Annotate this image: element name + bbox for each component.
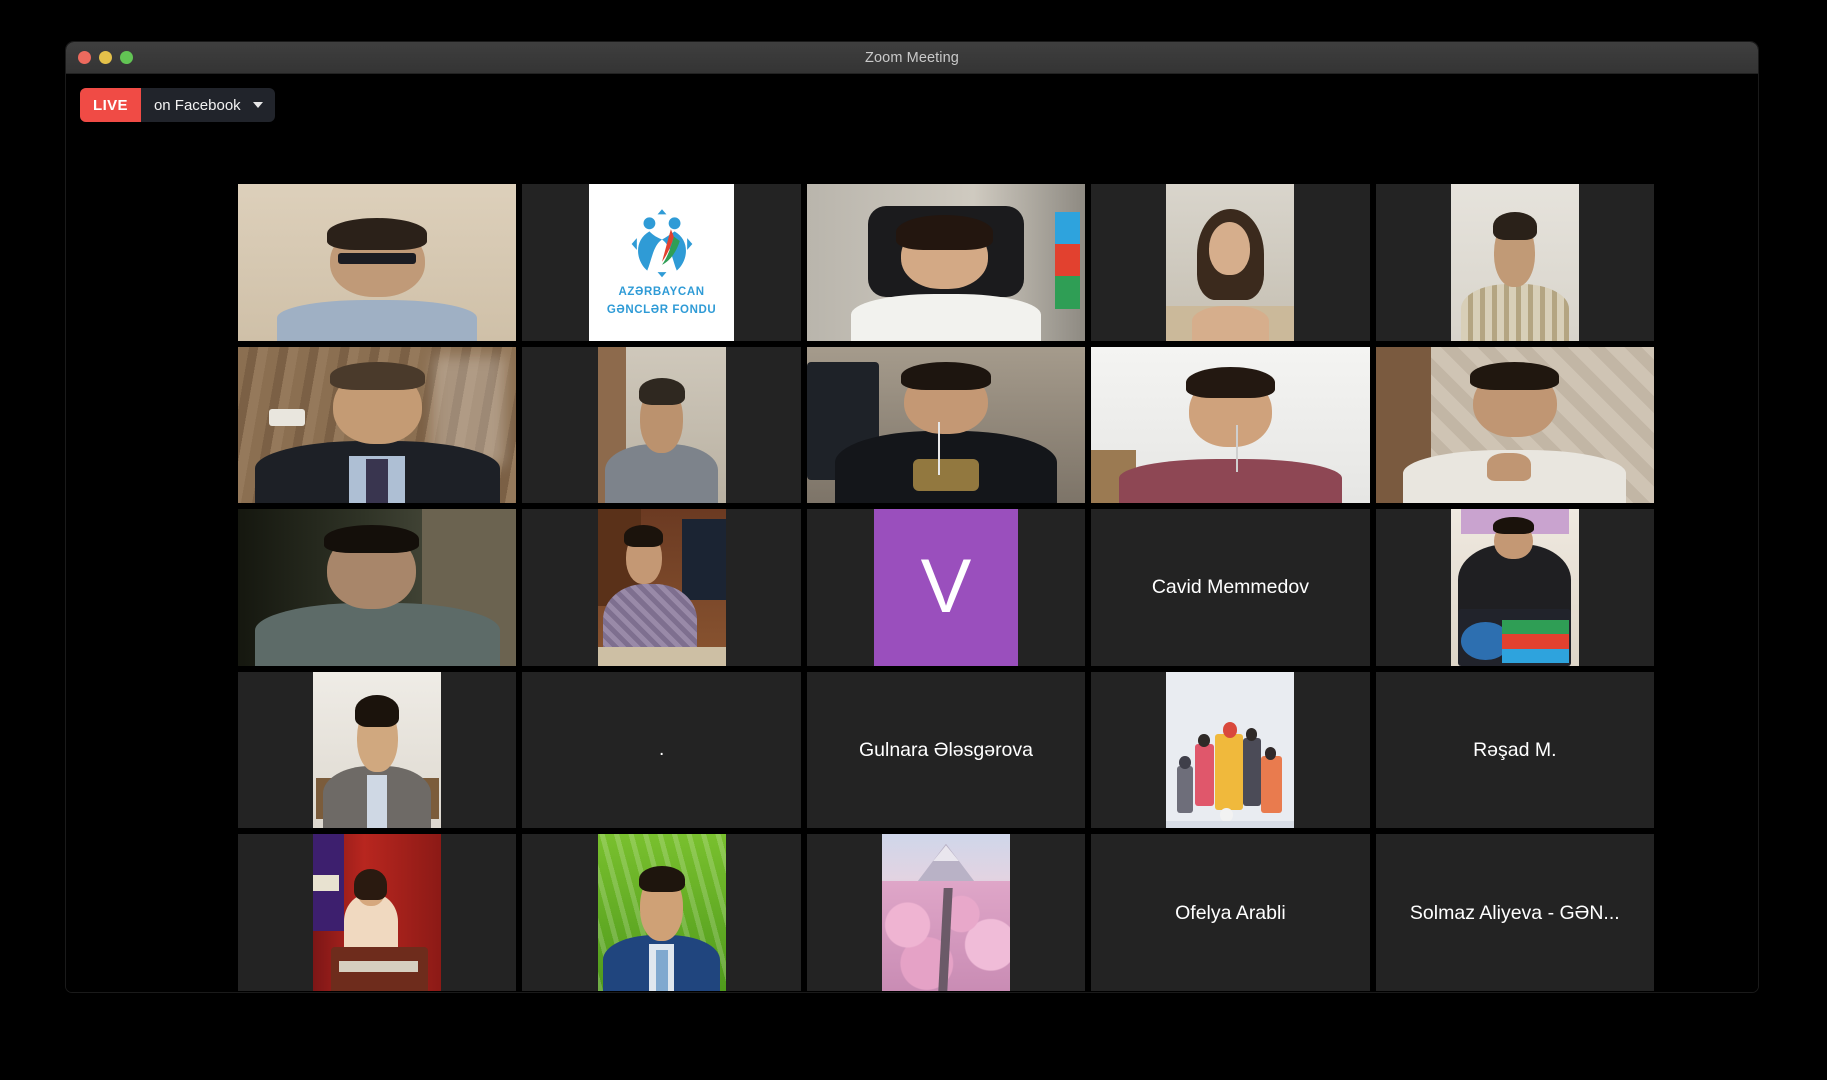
video-feed (1091, 346, 1370, 504)
chevron-down-icon (252, 102, 263, 108)
video-feed (1450, 184, 1579, 341)
participant-name: Solmaz Aliyeva - GƏN... (1409, 901, 1620, 924)
participant-tile[interactable] (238, 346, 517, 504)
avatar: V (873, 509, 1019, 666)
live-destination-dropdown[interactable]: on Facebook (141, 88, 275, 122)
participant-tile[interactable] (806, 834, 1086, 991)
participant-tile[interactable] (1091, 671, 1370, 829)
video-feed (238, 346, 517, 504)
zoom-meeting-window: Zoom Meeting LIVE on Facebook AZƏRBAYCAN… (66, 42, 1758, 992)
window-titlebar: Zoom Meeting (66, 42, 1758, 74)
participant-tile[interactable] (1091, 184, 1370, 341)
logo-line-1: AZƏRBAYCAN (618, 285, 705, 298)
participant-name: Ofelya Arabli (1175, 901, 1286, 924)
participant-tile[interactable] (1091, 346, 1370, 504)
profile-photo (1450, 509, 1579, 666)
participant-tile[interactable] (806, 346, 1086, 504)
participant-tile[interactable]: Gulnara Ələsgərova (806, 671, 1086, 829)
participant-tile[interactable] (1375, 346, 1654, 504)
participant-tile[interactable]: AZƏRBAYCAN GƏNCLƏR FONDU (522, 184, 801, 341)
participant-name: Gulnara Ələsgərova (858, 738, 1033, 761)
profile-photo (881, 834, 1011, 991)
participant-tile[interactable] (238, 671, 517, 829)
participant-tile[interactable]: Cavid Memmedov (1091, 509, 1370, 666)
live-destination-label: on Facebook (153, 96, 241, 114)
participant-tile[interactable]: Solmaz Aliyeva - GƏN... (1375, 834, 1654, 991)
close-button[interactable] (78, 51, 91, 64)
participant-tile[interactable] (522, 834, 801, 991)
participant-tile[interactable]: Rəşad M. (1375, 671, 1654, 829)
video-feed (806, 184, 1086, 341)
participant-tile[interactable] (238, 834, 517, 991)
window-title: Zoom Meeting (865, 49, 959, 66)
participant-tile[interactable] (1375, 184, 1654, 341)
participant-tile[interactable] (238, 509, 517, 666)
participant-tile[interactable] (806, 184, 1086, 341)
participant-tile[interactable]: V (806, 509, 1086, 666)
profile-photo (313, 834, 442, 991)
video-feed (238, 184, 517, 341)
profile-photo (597, 834, 726, 991)
participant-tile[interactable] (522, 346, 801, 504)
avatar-initial: V (920, 544, 972, 630)
participant-name: Cavid Memmedov (1151, 576, 1309, 599)
participant-tile[interactable] (1375, 509, 1654, 666)
participant-tile[interactable]: . (522, 671, 801, 829)
video-feed (806, 346, 1086, 504)
people-logo-icon (631, 209, 692, 278)
profile-photo (597, 509, 726, 666)
organization-logo: AZƏRBAYCAN GƏNCLƏR FONDU (589, 184, 734, 341)
window-traffic-lights (78, 42, 133, 73)
live-streaming-badge[interactable]: LIVE on Facebook (80, 88, 275, 122)
video-feed (597, 346, 726, 504)
participant-tile[interactable]: Ofelya Arabli (1091, 834, 1370, 991)
participant-name: . (658, 739, 665, 761)
logo-line-2: GƏNCLƏR FONDU (606, 304, 717, 317)
participant-name: Rəşad M. (1473, 738, 1557, 761)
profile-photo (313, 671, 442, 829)
participant-tile[interactable] (522, 509, 801, 666)
maximize-button[interactable] (120, 51, 133, 64)
video-feed (1166, 184, 1295, 341)
profile-illustration (1166, 671, 1295, 829)
live-label: LIVE (80, 88, 141, 122)
video-feed (1375, 346, 1654, 504)
video-feed (238, 509, 517, 666)
participant-tile[interactable] (238, 184, 517, 341)
meeting-stage: LIVE on Facebook AZƏRBAYCAN GƏNCLƏR FOND… (66, 74, 1758, 992)
participant-gallery-grid: AZƏRBAYCAN GƏNCLƏR FONDU V Cavid Memmedo… (238, 184, 1654, 991)
minimize-button[interactable] (99, 51, 112, 64)
